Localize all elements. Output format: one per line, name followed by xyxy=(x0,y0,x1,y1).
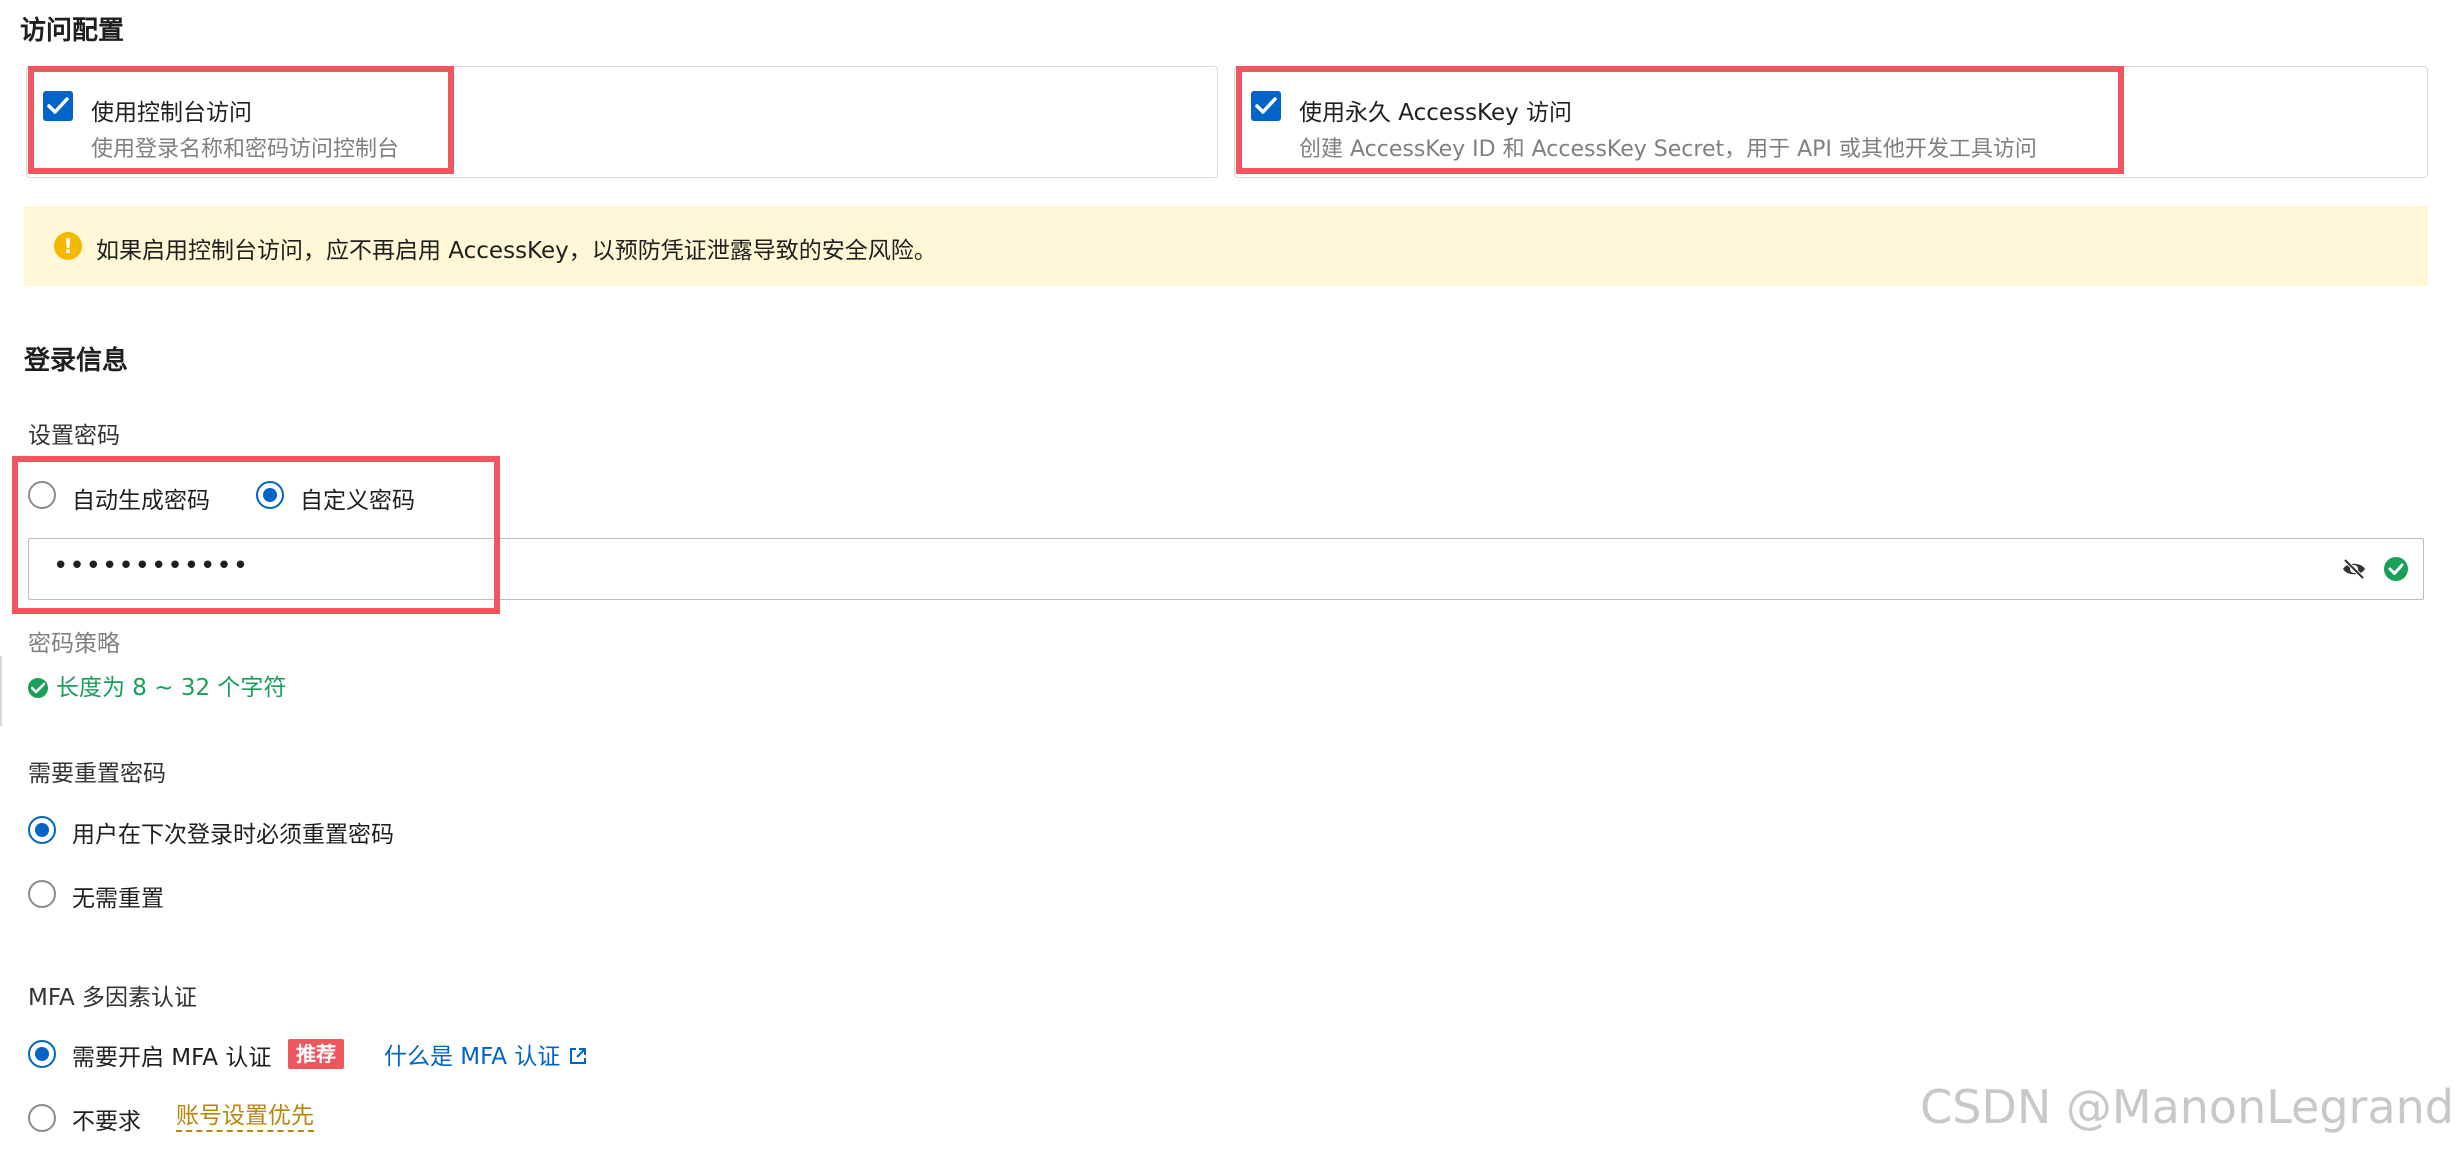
password-input[interactable]: •••••••••••• xyxy=(28,538,2424,600)
recommended-badge: 推荐 xyxy=(288,1039,344,1069)
check-icon xyxy=(47,97,69,114)
page: 访问配置 使用控制台访问 使用登录名称和密码访问控制台 使用永久 AccessK… xyxy=(0,0,2458,1152)
password-label: 设置密码 xyxy=(28,423,120,449)
radio-mfa-none[interactable] xyxy=(28,1104,56,1132)
external-link-icon xyxy=(570,1048,587,1064)
section-title-access-config: 访问配置 xyxy=(20,16,125,46)
console-access-desc: 使用登录名称和密码访问控制台 xyxy=(91,137,400,162)
mfa-label: MFA 多因素认证 xyxy=(28,985,198,1011)
password-policy-label: 密码策略 xyxy=(28,631,120,657)
section-title-login-info: 登录信息 xyxy=(24,346,129,376)
radio-reset-none[interactable] xyxy=(28,880,56,908)
what-is-mfa-link-text[interactable]: 什么是 MFA 认证 xyxy=(384,1044,560,1070)
console-access-card[interactable]: 使用控制台访问 使用登录名称和密码访问控制台 xyxy=(26,66,1218,178)
accesskey-access-label: 使用永久 AccessKey 访问 xyxy=(1299,100,1573,126)
what-is-mfa-link[interactable]: 什么是 MFA 认证 xyxy=(384,1037,588,1071)
radio-reset-required[interactable] xyxy=(28,816,56,844)
radio-custom-password[interactable] xyxy=(256,481,284,509)
accesskey-access-checkbox[interactable] xyxy=(1251,91,1281,121)
security-warning-text: 如果启用控制台访问，应不再启用 AccessKey，以预防凭证泄露导致的安全风险… xyxy=(96,238,937,264)
radio-auto-password[interactable] xyxy=(28,481,56,509)
console-access-label: 使用控制台访问 xyxy=(91,100,252,126)
radio-reset-none-label[interactable]: 无需重置 xyxy=(72,879,164,913)
check-icon xyxy=(1255,97,1277,114)
accesskey-access-card[interactable]: 使用永久 AccessKey 访问 创建 AccessKey ID 和 Acce… xyxy=(1234,66,2428,178)
accesskey-access-desc: 创建 AccessKey ID 和 AccessKey Secret，用于 AP… xyxy=(1299,137,2037,162)
radio-auto-password-label[interactable]: 自动生成密码 xyxy=(72,481,210,515)
console-access-checkbox[interactable] xyxy=(43,91,73,121)
security-warning-alert: ! 如果启用控制台访问，应不再启用 AccessKey，以预防凭证泄露导致的安全… xyxy=(24,206,2428,286)
eye-slash-icon[interactable] xyxy=(2341,557,2367,585)
radio-mfa-none-label[interactable]: 不要求 xyxy=(72,1102,141,1136)
radio-custom-password-label[interactable]: 自定义密码 xyxy=(300,481,415,515)
password-policy-rule-text: 长度为 8 ~ 32 个字符 xyxy=(56,675,287,701)
warning-icon: ! xyxy=(54,232,82,260)
password-value: •••••••••••• xyxy=(53,551,250,581)
side-divider xyxy=(0,656,2,726)
radio-mfa-required[interactable] xyxy=(28,1040,56,1068)
radio-mfa-required-label[interactable]: 需要开启 MFA 认证 xyxy=(72,1038,271,1072)
password-policy-rule: 长度为 8 ~ 32 个字符 xyxy=(28,668,286,702)
success-check-icon xyxy=(28,678,48,698)
success-check-icon xyxy=(2383,556,2409,586)
watermark: CSDN @ManonLegrand xyxy=(1920,1080,2454,1134)
radio-reset-required-label[interactable]: 用户在下次登录时必须重置密码 xyxy=(72,815,394,849)
account-setting-priority[interactable]: 账号设置优先 xyxy=(176,1102,314,1132)
reset-password-label: 需要重置密码 xyxy=(28,761,166,787)
